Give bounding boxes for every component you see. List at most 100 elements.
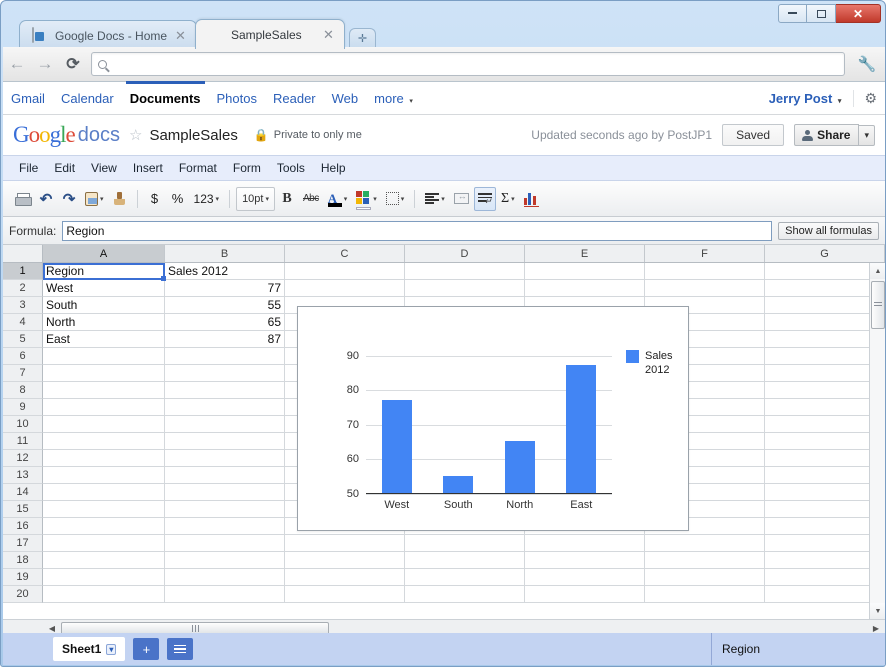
print-icon[interactable] xyxy=(11,187,34,211)
cell-C2[interactable] xyxy=(285,280,405,297)
wrap-text-button[interactable]: ↵ xyxy=(473,186,496,211)
cell-G4[interactable] xyxy=(765,314,885,331)
maximize-button[interactable] xyxy=(807,4,836,23)
cell-B15[interactable] xyxy=(165,501,285,518)
row-header-4[interactable]: 4 xyxy=(3,314,43,331)
cell-A11[interactable] xyxy=(43,433,165,450)
cell-D2[interactable] xyxy=(405,280,525,297)
share-button[interactable]: Share xyxy=(794,124,860,146)
menu-format[interactable]: Format xyxy=(171,158,225,178)
cell-A10[interactable] xyxy=(43,416,165,433)
vertical-scrollbar[interactable]: ▲ ▼ xyxy=(869,263,885,619)
row-header-7[interactable]: 7 xyxy=(3,365,43,382)
cell-F18[interactable] xyxy=(645,552,765,569)
row-header-20[interactable]: 20 xyxy=(3,586,43,603)
google-logo[interactable]: Google xyxy=(13,122,76,148)
paint-brush-icon[interactable] xyxy=(109,187,131,211)
cell-C1[interactable] xyxy=(285,263,405,280)
redo-icon[interactable]: ↷ xyxy=(58,187,80,211)
cell-E18[interactable] xyxy=(525,552,645,569)
cell-D19[interactable] xyxy=(405,569,525,586)
cell-A7[interactable] xyxy=(43,365,165,382)
cell-F2[interactable] xyxy=(645,280,765,297)
cell-C18[interactable] xyxy=(285,552,405,569)
column-header-c[interactable]: C xyxy=(285,245,405,262)
close-button[interactable]: ✕ xyxy=(836,4,881,23)
cell-A16[interactable] xyxy=(43,518,165,535)
embedded-chart[interactable]: 50 60 70 80 90 West South North East Sales 2012 xyxy=(297,306,689,531)
cell-A17[interactable] xyxy=(43,535,165,552)
cell-B4[interactable]: 65 xyxy=(165,314,285,331)
text-color-button[interactable]: A ▾ xyxy=(324,187,352,211)
row-header-11[interactable]: 11 xyxy=(3,433,43,450)
formula-input[interactable] xyxy=(62,220,773,241)
cell-B6[interactable] xyxy=(165,348,285,365)
cell-F19[interactable] xyxy=(645,569,765,586)
cell-G10[interactable] xyxy=(765,416,885,433)
cell-G16[interactable] xyxy=(765,518,885,535)
row-header-12[interactable]: 12 xyxy=(3,450,43,467)
column-header-b[interactable]: B xyxy=(165,245,285,262)
cell-G18[interactable] xyxy=(765,552,885,569)
sheet-tab-sheet1[interactable]: Sheet1 ▾ xyxy=(53,637,126,661)
column-header-f[interactable]: F xyxy=(645,245,765,262)
cell-G9[interactable] xyxy=(765,399,885,416)
row-header-19[interactable]: 19 xyxy=(3,569,43,586)
cell-A20[interactable] xyxy=(43,586,165,603)
cell-B12[interactable] xyxy=(165,450,285,467)
cell-A9[interactable] xyxy=(43,399,165,416)
browser-tab-google-docs-home[interactable]: Google Docs - Home ✕ xyxy=(19,20,197,49)
scroll-right-icon[interactable]: ▶ xyxy=(867,624,885,633)
cell-B1[interactable]: Sales 2012 xyxy=(165,263,285,280)
cell-G19[interactable] xyxy=(765,569,885,586)
bold-button[interactable]: B xyxy=(276,187,298,211)
row-header-6[interactable]: 6 xyxy=(3,348,43,365)
row-header-1[interactable]: 1 xyxy=(3,263,43,280)
close-icon[interactable]: ✕ xyxy=(323,27,334,43)
menu-view[interactable]: View xyxy=(83,158,125,178)
cell-B2[interactable]: 77 xyxy=(165,280,285,297)
cell-B8[interactable] xyxy=(165,382,285,399)
scroll-left-icon[interactable]: ◀ xyxy=(43,624,61,633)
close-icon[interactable]: ✕ xyxy=(175,28,186,44)
cell-B20[interactable] xyxy=(165,586,285,603)
cell-G8[interactable] xyxy=(765,382,885,399)
currency-format-button[interactable]: $ xyxy=(144,187,166,211)
percent-format-button[interactable]: % xyxy=(167,187,189,211)
row-header-10[interactable]: 10 xyxy=(3,416,43,433)
number-format-button[interactable]: 123 ▾ xyxy=(190,187,224,211)
cell-G5[interactable] xyxy=(765,331,885,348)
new-tab-button[interactable]: ✛ xyxy=(348,28,376,48)
cell-D1[interactable] xyxy=(405,263,525,280)
cell-B14[interactable] xyxy=(165,484,285,501)
menu-insert[interactable]: Insert xyxy=(125,158,171,178)
merge-cells-button[interactable] xyxy=(450,187,473,211)
cell-B3[interactable]: 55 xyxy=(165,297,285,314)
cell-G13[interactable] xyxy=(765,467,885,484)
cell-B7[interactable] xyxy=(165,365,285,382)
saved-button[interactable]: Saved xyxy=(722,124,785,146)
cell-E19[interactable] xyxy=(525,569,645,586)
show-all-formulas-button[interactable]: Show all formulas xyxy=(778,221,879,240)
scroll-down-icon[interactable]: ▼ xyxy=(870,603,885,619)
borders-button[interactable]: ▾ xyxy=(382,187,409,211)
cell-C19[interactable] xyxy=(285,569,405,586)
font-size-selector[interactable]: 10pt ▾ xyxy=(236,186,275,211)
wrench-menu-icon[interactable]: 🔧 xyxy=(849,55,885,73)
cell-A8[interactable] xyxy=(43,382,165,399)
menu-help[interactable]: Help xyxy=(313,158,354,178)
paint-format-icon[interactable]: ▾ xyxy=(81,187,108,211)
cell-B9[interactable] xyxy=(165,399,285,416)
cell-G11[interactable] xyxy=(765,433,885,450)
address-input[interactable] xyxy=(113,56,844,72)
cell-G14[interactable] xyxy=(765,484,885,501)
menu-file[interactable]: File xyxy=(11,158,46,178)
cell-B13[interactable] xyxy=(165,467,285,484)
undo-icon[interactable]: ↶ xyxy=(35,187,57,211)
forward-icon[interactable]: → xyxy=(31,54,59,74)
cell-A14[interactable] xyxy=(43,484,165,501)
cell-A5[interactable]: East xyxy=(43,331,165,348)
cell-G12[interactable] xyxy=(765,450,885,467)
cell-B11[interactable] xyxy=(165,433,285,450)
nav-link-web[interactable]: Web xyxy=(332,91,359,106)
